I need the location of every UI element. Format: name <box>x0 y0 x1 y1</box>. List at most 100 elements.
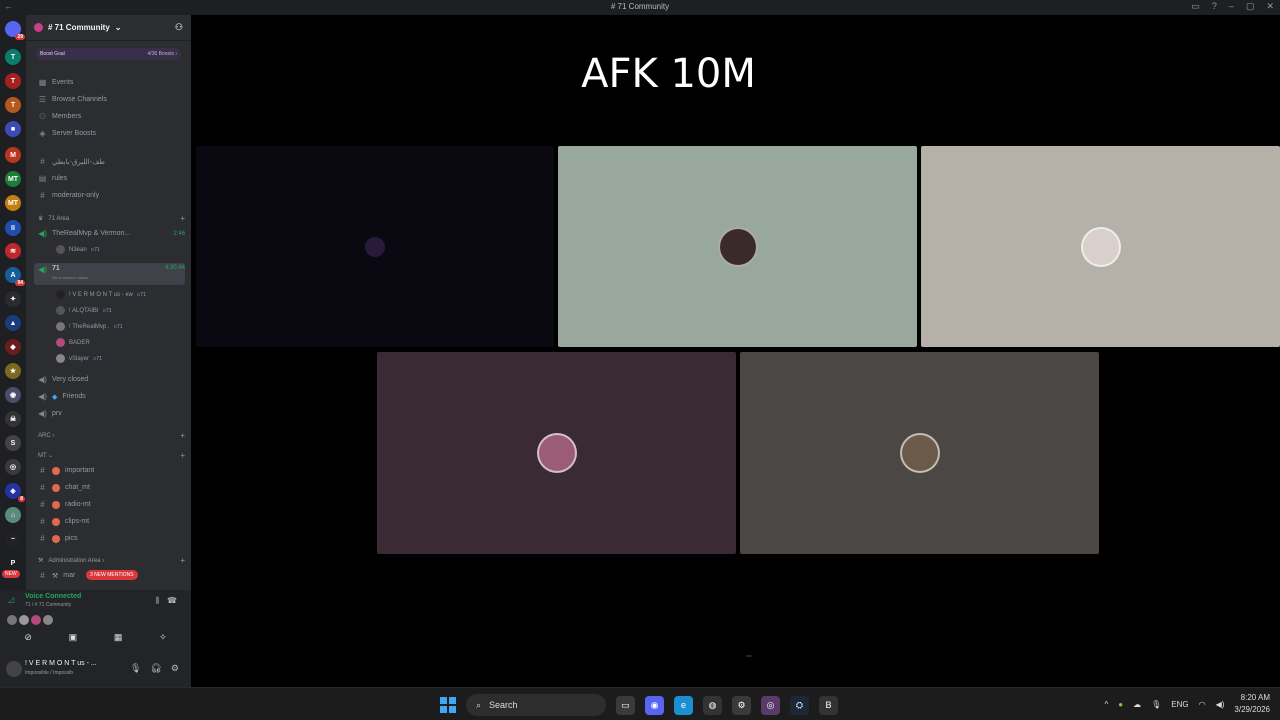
channel-arabic[interactable]: # طف-الليرق-بابطي <box>34 154 185 169</box>
boost-goal-bar[interactable]: Boost Goal 4/36 Boosts › <box>36 48 181 60</box>
app-icon[interactable]: B <box>819 695 838 715</box>
avatar[interactable] <box>6 661 22 677</box>
category-71-area[interactable]: ♛ 71 Area + <box>34 211 185 226</box>
avatar[interactable] <box>43 615 53 625</box>
category-mt[interactable]: MT ⌄ + <box>34 448 185 463</box>
avatar[interactable] <box>31 615 41 625</box>
channel-pics[interactable]: # pics <box>34 531 185 546</box>
server-icon[interactable]: ▲ <box>5 315 21 331</box>
server-icon[interactable]: A 94 <box>5 267 25 286</box>
server-icon[interactable]: ✦ <box>5 291 21 307</box>
channel-rules[interactable]: ▤ rules <box>34 171 185 186</box>
voice-connected-label[interactable]: Voice Connected <box>25 593 81 600</box>
signal-icon[interactable]: ◿ <box>8 595 14 604</box>
voice-location[interactable]: 71 / # 71 Community <box>25 602 71 608</box>
language-indicator[interactable]: ENG <box>1171 700 1188 709</box>
close-button[interactable]: ✕ <box>1266 1 1274 12</box>
discord-icon[interactable]: ◉ <box>645 695 664 715</box>
server-icon[interactable]: ◆ <box>5 339 21 355</box>
channel-important[interactable]: # important <box>34 463 185 478</box>
chevron-up-icon[interactable]: ^ <box>1104 700 1108 709</box>
noise-suppression-icon[interactable]: ⫼ <box>155 596 159 606</box>
channel-radio-mt[interactable]: # radio-mt <box>34 497 185 512</box>
help-icon[interactable]: ? <box>1212 1 1217 12</box>
windows-start-icon[interactable] <box>440 697 456 713</box>
video-tile-empty[interactable] <box>196 146 554 347</box>
add-channel-icon[interactable]: + <box>180 431 185 440</box>
settings-icon[interactable]: ⚙ <box>732 695 751 715</box>
voice-user[interactable]: ! ALQTAIBI ෆ71 <box>56 303 112 318</box>
server-icon[interactable]: ★ <box>5 363 21 379</box>
soundboard-icon[interactable]: ✧ <box>159 632 167 643</box>
voice-channel-1[interactable]: ◀) TheRealMvp & Vermon... 2:46 <box>34 226 185 241</box>
add-channel-icon[interactable]: + <box>180 214 185 223</box>
gear-icon[interactable]: ⚙ <box>171 663 179 674</box>
wifi-icon[interactable]: ◠ <box>1199 700 1206 709</box>
server-icon[interactable]: S <box>5 435 21 451</box>
category-administration[interactable]: ⚒ Administration Area › + <box>34 553 185 568</box>
volume-icon[interactable]: ◀) <box>1216 700 1225 709</box>
menu-server-boosts[interactable]: ◈ Server Boosts <box>34 126 185 141</box>
activities-icon[interactable]: ▦ <box>114 632 123 643</box>
server-icon[interactable]: T <box>5 49 21 65</box>
server-icon[interactable]: II <box>5 220 21 236</box>
voice-channel-71[interactable]: ◀) 71 4:30:44 Set a channel status <box>34 263 185 285</box>
video-tile[interactable] <box>740 352 1099 554</box>
minimize-button[interactable]: – <box>1229 1 1234 12</box>
server-icon[interactable]: MT <box>5 171 21 187</box>
avatar[interactable] <box>19 615 29 625</box>
category-arc[interactable]: ARC › + <box>34 428 185 443</box>
headphones-icon[interactable]: 🎧︎ <box>150 663 161 674</box>
camera-off-icon[interactable]: ⊘ <box>24 632 32 643</box>
app-tray-icon[interactable]: ● <box>1118 700 1123 709</box>
guild-header[interactable]: # 71 Community ⌄ ⚇ <box>26 15 191 41</box>
voice-channel-prv[interactable]: ◀) prv <box>34 406 185 421</box>
video-tile[interactable] <box>558 146 917 347</box>
add-channel-icon[interactable]: + <box>180 556 185 565</box>
voice-user[interactable]: ! V E R M O N T us - ĸw ෆ71 <box>56 287 146 302</box>
server-icon[interactable]: ◎ <box>5 459 21 475</box>
voice-channel-friends[interactable]: ◀) ◆ Friends <box>34 389 185 404</box>
voice-user[interactable]: N3ean ෆ71 <box>56 242 100 257</box>
chrome-icon[interactable]: ◍ <box>703 695 722 715</box>
server-icon[interactable]: T <box>5 73 21 89</box>
invite-icon[interactable]: ⚇ <box>175 22 183 33</box>
menu-members[interactable]: ⚇ Members <box>34 109 185 124</box>
server-icon[interactable]: T <box>5 97 21 113</box>
screen-share-icon[interactable]: ▣ <box>69 632 78 643</box>
server-icon[interactable]: ☠ <box>5 411 21 427</box>
menu-events[interactable]: ▦ Events <box>34 75 185 90</box>
taskbar-search[interactable]: ⌕ Search <box>466 694 606 716</box>
voice-user[interactable]: BADER <box>56 335 90 350</box>
server-icon[interactable]: ≋ <box>5 243 21 259</box>
server-icon[interactable]: ◉ <box>5 387 21 403</box>
video-tile[interactable] <box>377 352 736 554</box>
voice-channel-very-closed[interactable]: ◀) Very closed <box>34 372 185 387</box>
file-explorer-icon[interactable]: ▭ <box>616 695 635 715</box>
steam-icon[interactable]: ⛭ <box>790 695 809 715</box>
add-channel-icon[interactable]: + <box>180 451 185 460</box>
new-badge[interactable]: NEW <box>2 570 20 578</box>
microphone-icon[interactable]: 🎙︎ <box>130 663 141 674</box>
channel-moderator-only[interactable]: # moderator-only <box>34 188 185 203</box>
menu-browse-channels[interactable]: ☰ Browse Channels <box>34 92 185 107</box>
maximize-button[interactable]: ▢ <box>1246 1 1255 12</box>
server-icon[interactable]: M <box>5 147 21 163</box>
obs-icon[interactable]: ◎ <box>761 695 780 715</box>
onedrive-icon[interactable]: ☁ <box>1133 700 1141 709</box>
disconnect-icon[interactable]: ☎ <box>167 596 177 606</box>
video-tile[interactable] <box>921 146 1280 347</box>
new-mentions-badge[interactable]: 3 NEW MENTIONS <box>86 570 138 580</box>
server-icon[interactable]: ◈ 8 <box>5 483 25 502</box>
user-name[interactable]: ! V E R M O N T us - ... <box>25 660 97 667</box>
edge-icon[interactable]: e <box>674 695 693 715</box>
clock[interactable]: 8:20 AM 3/29/2026 <box>1234 692 1270 716</box>
server-icon[interactable]: P <box>5 555 21 571</box>
discord-home-icon[interactable]: 29 <box>5 21 25 40</box>
channel-status[interactable]: Set a channel status <box>52 275 88 280</box>
server-icon[interactable]: MT <box>5 195 21 211</box>
server-icon[interactable]: ⌂ <box>5 507 21 523</box>
folder-icon[interactable]: ■ <box>5 121 21 137</box>
microphone-icon[interactable]: 🎙︎ <box>1151 700 1161 709</box>
avatar[interactable] <box>7 615 17 625</box>
